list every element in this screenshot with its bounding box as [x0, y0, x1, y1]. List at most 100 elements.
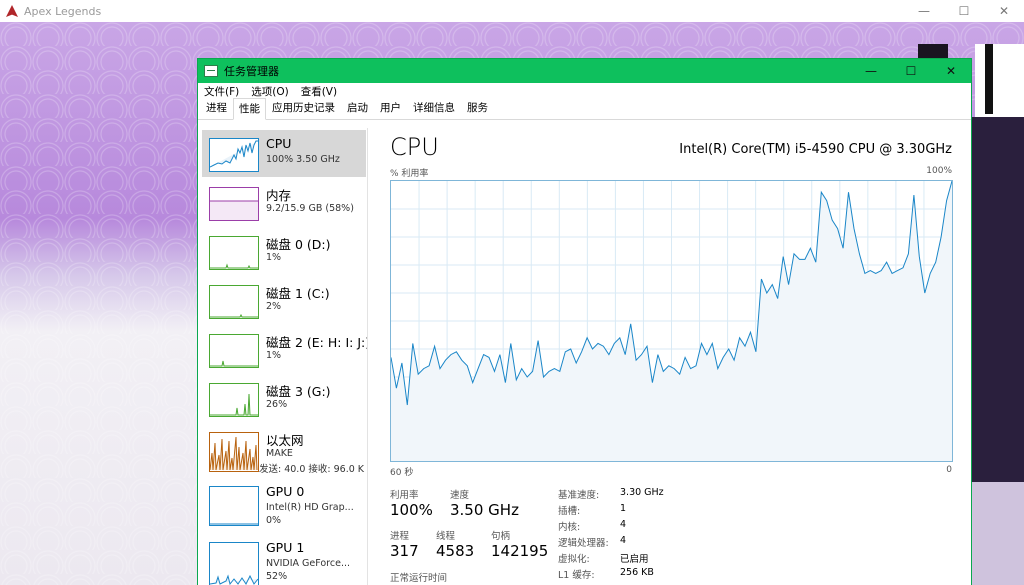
- performance-sidebar: CPU 100% 3.50 GHz 内存 9.2/15.9 GB (58%) 磁…: [198, 128, 368, 585]
- disk3-mini-graph: [210, 393, 258, 416]
- graph-y-max-label: 100%: [926, 166, 952, 176]
- disk0-mini-graph: [210, 263, 258, 269]
- page-title: CPU: [390, 133, 439, 161]
- disk2-mini-graph: [210, 360, 258, 367]
- gpu1-thumbnail: [209, 542, 259, 585]
- sidebar-item-value: 1%: [266, 350, 282, 361]
- maximize-icon[interactable]: ☐: [891, 59, 931, 83]
- processes-label: 进程: [390, 531, 410, 542]
- sidebar-item-label: 磁盘 0 (D:): [266, 237, 331, 252]
- apex-app-icon: [6, 5, 18, 17]
- tab-details[interactable]: 详细信息: [407, 97, 461, 119]
- sidebar-item-label: GPU 1: [266, 540, 305, 555]
- processor-name: Intel(R) Core(TM) i5-4590 CPU @ 3.30GHz: [679, 142, 952, 157]
- spec-label: 逻辑处理器:: [558, 538, 609, 549]
- cpu-chart-svg: [390, 180, 953, 461]
- gpu0-thumbnail: [209, 486, 259, 526]
- close-icon[interactable]: ✕: [984, 0, 1024, 22]
- tab-bar: 进程 性能 应用历史记录 启动 用户 详细信息 服务: [198, 97, 971, 120]
- sidebar-item-value: 0%: [266, 515, 282, 526]
- sidebar-item-gpu-1[interactable]: GPU 1 NVIDIA GeForce... 52%: [202, 534, 366, 585]
- disk1-thumbnail: [209, 285, 259, 319]
- spec-label: L1 缓存:: [558, 570, 595, 581]
- speed-label: 速度: [450, 490, 470, 501]
- window-controls: — ☐ ✕: [851, 59, 971, 83]
- handles-value: 142195: [491, 542, 549, 560]
- graph-x-end-label: 0: [946, 465, 952, 475]
- uptime-label: 正常运行时间: [390, 573, 448, 584]
- spec-value: 4: [620, 535, 627, 546]
- sidebar-item-value: 100% 3.50 GHz: [266, 154, 340, 165]
- disk3-thumbnail: [209, 383, 259, 417]
- cpu-detail-panel: CPU Intel(R) Core(TM) i5-4590 CPU @ 3.30…: [388, 128, 968, 585]
- sidebar-item-gpu-0[interactable]: GPU 0 Intel(R) HD Grap... 0%: [202, 478, 366, 526]
- sidebar-item-value: 9.2/15.9 GB (58%): [266, 203, 354, 214]
- sidebar-item-ethernet[interactable]: 以太网 MAKE 发送: 40.0 接收: 96.0 K: [202, 424, 366, 475]
- spec-value: 256 KB: [620, 567, 654, 578]
- spec-value: 4: [620, 519, 627, 530]
- sidebar-item-value: MAKE: [266, 448, 293, 459]
- sidebar-item-label: 磁盘 1 (C:): [266, 286, 330, 301]
- minimize-icon[interactable]: —: [904, 0, 944, 22]
- sidebar-item-disk-1[interactable]: 磁盘 1 (C:) 2%: [202, 277, 366, 324]
- sidebar-item-value: 发送: 40.0 接收: 96.0 K: [259, 464, 365, 475]
- background-window-titlebar: Apex Legends — ☐ ✕: [0, 0, 1024, 22]
- processes-value: 317: [390, 542, 419, 560]
- threads-label: 线程: [436, 531, 456, 542]
- spec-label: 插槽:: [558, 506, 581, 517]
- background-shape: [975, 44, 1024, 119]
- disk1-mini-graph: [210, 313, 258, 318]
- background-window-title: Apex Legends: [24, 4, 102, 18]
- close-icon[interactable]: ✕: [931, 59, 971, 83]
- cpu-thumbnail: [209, 138, 259, 172]
- tab-services[interactable]: 服务: [461, 97, 494, 119]
- background-shape: [985, 44, 993, 114]
- graph-y-label: % 利用率: [390, 169, 429, 179]
- sidebar-item-value: 26%: [266, 399, 288, 410]
- disk2-thumbnail: [209, 334, 259, 368]
- ethernet-mini-graph: [210, 436, 258, 471]
- sidebar-item-memory[interactable]: 内存 9.2/15.9 GB (58%): [202, 179, 366, 226]
- sidebar-item-value: Intel(R) HD Grap...: [266, 502, 354, 513]
- tab-app-history[interactable]: 应用历史记录: [266, 97, 341, 119]
- spec-label: 基准速度:: [558, 490, 600, 501]
- sidebar-item-disk-2[interactable]: 磁盘 2 (E: H: I: J:) 1%: [202, 326, 368, 373]
- sidebar-item-label: 以太网: [266, 433, 304, 448]
- tab-processes[interactable]: 进程: [200, 97, 233, 119]
- sidebar-item-value: 52%: [266, 571, 288, 582]
- sidebar-item-label: 磁盘 2 (E: H: I: J:): [266, 335, 368, 350]
- utilization-label: 利用率: [390, 490, 419, 501]
- sidebar-item-label: 内存: [266, 188, 292, 203]
- task-manager-window: 任务管理器 — ☐ ✕ 文件(F) 选项(O) 查看(V) 进程 性能 应用历史…: [197, 58, 972, 585]
- sidebar-item-label: CPU: [266, 136, 292, 151]
- spec-value: 1: [620, 503, 627, 514]
- graph-x-start-label: 60 秒: [390, 468, 414, 478]
- spec-value: 3.30 GHz: [620, 487, 664, 498]
- tab-performance[interactable]: 性能: [233, 98, 266, 120]
- sidebar-item-value: 2%: [266, 301, 282, 312]
- minimize-icon[interactable]: —: [851, 59, 891, 83]
- gpu0-mini-graph: [210, 523, 258, 525]
- sidebar-item-disk-0[interactable]: 磁盘 0 (D:) 1%: [202, 228, 366, 275]
- sidebar-item-label: GPU 0: [266, 484, 305, 499]
- background-window-controls: — ☐ ✕: [904, 0, 1024, 22]
- sidebar-item-value: NVIDIA GeForce...: [266, 558, 351, 569]
- maximize-icon[interactable]: ☐: [944, 0, 984, 22]
- sidebar-item-disk-3[interactable]: 磁盘 3 (G:) 26%: [202, 375, 366, 422]
- speed-value: 3.50 GHz: [450, 501, 519, 519]
- cpu-utilization-graph: [390, 180, 953, 462]
- sidebar-item-cpu[interactable]: CPU 100% 3.50 GHz: [202, 130, 366, 177]
- memory-mini-graph: [210, 200, 258, 220]
- spec-label: 内核:: [558, 522, 581, 533]
- tab-startup[interactable]: 启动: [341, 97, 374, 119]
- utilization-value: 100%: [390, 501, 433, 519]
- cpu-mini-graph: [210, 140, 258, 168]
- task-manager-titlebar[interactable]: 任务管理器 — ☐ ✕: [198, 59, 971, 83]
- tab-users[interactable]: 用户: [374, 97, 407, 119]
- memory-thumbnail: [209, 187, 259, 221]
- background-shape: [972, 482, 1024, 585]
- task-manager-icon: [204, 65, 218, 77]
- ethernet-thumbnail: [209, 432, 259, 472]
- sidebar-item-value: 1%: [266, 252, 282, 263]
- threads-value: 4583: [436, 542, 475, 560]
